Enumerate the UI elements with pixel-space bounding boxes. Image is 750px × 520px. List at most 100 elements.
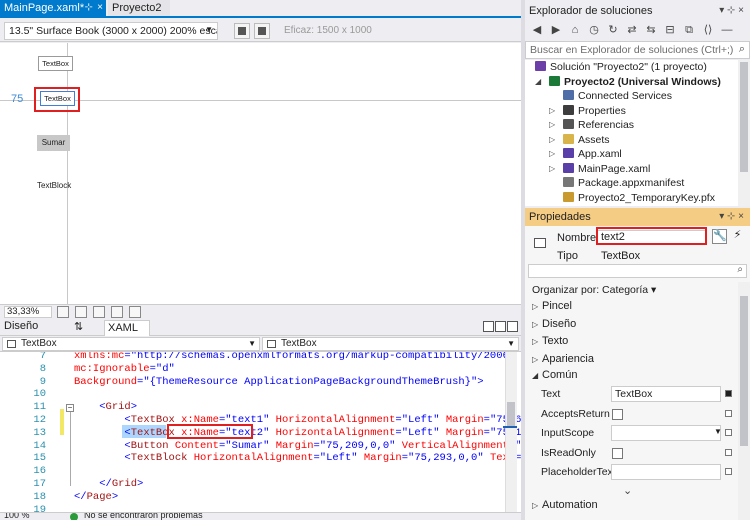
search-icon[interactable]: ⌕ (737, 264, 743, 275)
tab-mainpage-xaml[interactable]: MainPage.xaml* ⊹ × (0, 0, 106, 16)
collapse-toggle-icon[interactable]: − (66, 404, 74, 412)
property-input[interactable]: TextBox (611, 386, 721, 402)
property-marker[interactable] (725, 409, 732, 417)
panel-window-controls[interactable]: ▾ ⊹ × (719, 208, 744, 226)
property-checkbox[interactable] (612, 408, 623, 420)
grid-toggle-icon[interactable] (75, 306, 87, 318)
xaml-code-editor[interactable]: 7 8 9 10 11 12 13 14 15 16 17 18 19 − xmlns:mc="http… (0, 352, 521, 512)
expand-arrow-icon[interactable]: ▷ (532, 353, 542, 367)
property-marker[interactable] (725, 468, 732, 475)
property-checkbox[interactable] (612, 447, 623, 459)
toolbar-icon[interactable]: ⟨⟩ (702, 24, 714, 36)
expand-arrow-icon[interactable]: ▷ (532, 300, 542, 314)
expand-more-icon[interactable]: ⌄ (623, 484, 632, 497)
tree-item[interactable]: ▷ Properties (549, 104, 626, 119)
properties-scroll-thumb[interactable] (740, 296, 748, 446)
category-row[interactable]: ▷ Pincel (532, 299, 572, 313)
tree-item[interactable]: ▷ Referencias (549, 118, 634, 133)
code-token: Left (408, 414, 434, 426)
property-marker[interactable] (725, 429, 732, 436)
tree-item[interactable]: ▷ Assets (549, 133, 610, 148)
nav-member-select[interactable]: TextBox ▼ (262, 337, 519, 351)
tree-item[interactable]: Proyecto2_TemporaryKey.pfx (563, 191, 715, 206)
expand-arrow-icon[interactable]: ◢ (535, 75, 541, 90)
toolbar-icon[interactable]: ⇆ (645, 24, 657, 36)
solution-tree-scroll-thumb[interactable] (740, 62, 748, 172)
nav-element-select[interactable]: TextBox ▼ (2, 337, 260, 351)
code-line: xmlns:mc="http://schemas.openxmlformats.… (74, 352, 515, 363)
margin-label: 75 (11, 93, 24, 105)
toolbar-icon[interactable]: ▶ (550, 24, 562, 36)
category-row[interactable]: ▷ Texto (532, 334, 568, 348)
property-marker[interactable] (725, 448, 732, 456)
toolbar-icon[interactable]: ↻ (607, 24, 619, 36)
toolbar-icon[interactable]: ◷ (588, 24, 600, 36)
category-row[interactable]: ▷ Apariencia (532, 352, 594, 366)
editor-scrollbar[interactable] (505, 352, 517, 512)
panel-window-controls[interactable]: ▾ ⊹ × (719, 2, 744, 20)
expand-arrow-icon[interactable]: ▷ (532, 499, 542, 513)
expand-arrow-icon[interactable]: ▷ (532, 318, 542, 332)
design-surface[interactable]: 75 TextBox TextBox Sumar TextBlock (0, 43, 521, 304)
category-row[interactable]: ◢ Común (532, 368, 577, 382)
property-input[interactable] (611, 464, 721, 480)
tree-item[interactable]: Connected Services (563, 89, 672, 104)
arrange-by-select[interactable]: Organizar por: Categoría ▾ (532, 284, 656, 296)
expand-arrow-icon[interactable]: ▷ (549, 133, 555, 148)
close-icon[interactable]: × (97, 0, 103, 16)
toolbar-icon[interactable]: ⊟ (664, 24, 676, 36)
collapse-pane-icon[interactable] (507, 321, 518, 332)
swap-panes-icon[interactable]: ⇅ (74, 320, 83, 333)
toolbar-icon[interactable]: ◀ (531, 24, 543, 36)
pin-icon[interactable]: ⊹ (85, 0, 93, 16)
zoom-select[interactable]: 33,33% (4, 306, 52, 318)
search-icon[interactable]: ⌕ (739, 43, 745, 56)
solution-search-input[interactable]: Buscar en Explorador de soluciones (Ctrl… (525, 41, 750, 59)
tree-item[interactable]: Package.appxmanifest (563, 176, 684, 191)
snap-icon[interactable] (93, 306, 105, 318)
tree-item[interactable]: ▷ App.xaml (549, 147, 622, 162)
tree-item[interactable]: ◢ Proyecto2 (Universal Windows) (535, 75, 721, 90)
device-select[interactable]: 13.5" Surface Book (3000 x 2000) 200% es… (4, 22, 218, 40)
code-icon[interactable] (129, 306, 141, 318)
tab-xaml[interactable]: XAML (104, 320, 150, 336)
category-row[interactable]: ▷ Automation (532, 498, 598, 512)
wrench-icon[interactable]: 🔧 (712, 229, 727, 244)
expand-arrow-icon[interactable]: ▷ (549, 147, 555, 162)
designer-button-sumar[interactable]: Sumar (37, 135, 70, 151)
editor-scroll-thumb[interactable] (507, 402, 515, 428)
artboard-icon[interactable] (111, 306, 123, 318)
collapse-arrow-icon[interactable]: ◢ (532, 369, 542, 383)
tab-diseno[interactable]: Diseño (4, 320, 38, 332)
tab-proyecto2[interactable]: Proyecto2 (108, 0, 170, 16)
line-number: 14 (33, 439, 46, 452)
toolbar-icon[interactable]: ⌂ (569, 24, 581, 36)
tree-item[interactable]: ▷ MainPage.xaml (549, 162, 650, 177)
selection-highlight-box (34, 87, 80, 112)
vertical-split-icon[interactable] (495, 321, 506, 332)
property-select[interactable] (611, 425, 721, 441)
category-row[interactable]: ▷ Diseño (532, 317, 576, 331)
horizontal-split-icon[interactable] (483, 321, 494, 332)
code-token: HorizontalAlignment (187, 452, 314, 465)
property-marker[interactable] (725, 390, 732, 397)
portrait-toggle-button[interactable] (254, 23, 270, 39)
solution-tree[interactable]: Solución "Proyecto2" (1 proyecto) ◢ Proyec… (525, 60, 738, 206)
toolbar-icon[interactable]: ⧉ (683, 24, 695, 36)
landscape-toggle-button[interactable] (234, 23, 250, 39)
properties-search-input[interactable]: ⌕ (528, 264, 747, 278)
tree-item-label: App.xaml (578, 148, 622, 160)
editor-zoom[interactable]: 100 % (4, 513, 30, 520)
toolbar-icon[interactable]: ⇄ (626, 24, 638, 36)
grid-icon[interactable] (57, 306, 69, 318)
expand-arrow-icon[interactable]: ▷ (532, 335, 542, 349)
expand-arrow-icon[interactable]: ▷ (549, 118, 555, 133)
designer-textblock[interactable]: TextBlock (37, 181, 71, 190)
expand-arrow-icon[interactable]: ▷ (549, 162, 555, 177)
expand-arrow-icon[interactable]: ▷ (549, 104, 555, 119)
designer-textbox-text1[interactable]: TextBox (38, 56, 73, 71)
toolbar-icon[interactable]: — (721, 24, 733, 36)
lightning-icon[interactable]: ⚡ (730, 229, 745, 244)
tree-item[interactable]: Solución "Proyecto2" (1 proyecto) (535, 60, 707, 75)
code-token: 75,209,0,0 (326, 439, 390, 452)
